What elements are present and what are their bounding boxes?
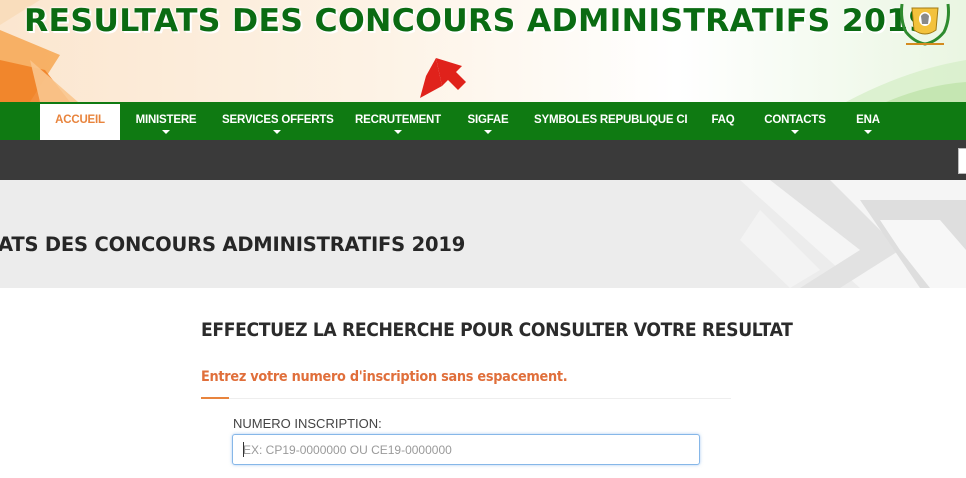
chevron-down-icon: [791, 130, 799, 134]
divider: [201, 398, 731, 399]
nav-item-services-offerts[interactable]: SERVICES OFFERTS: [222, 102, 334, 140]
section-instruction: Entrez votre numero d'inscription sans e…: [201, 369, 568, 385]
banner-title: RESULTATS DES CONCOURS ADMINISTRATIFS 20…: [24, 3, 931, 39]
chevron-down-icon: [394, 130, 402, 134]
registration-number-input[interactable]: [232, 434, 700, 465]
nav-item-label: ACCUEIL: [55, 114, 105, 126]
nav-item-ministere[interactable]: MINISTERE: [132, 102, 200, 140]
search-toggle[interactable]: [958, 148, 966, 174]
nav-item-accueil[interactable]: ACCUEIL: [40, 104, 120, 140]
chevron-down-icon: [162, 130, 170, 134]
chevron-down-icon: [273, 130, 281, 134]
nav-item-label: SYMBOLES REPUBLIQUE CI: [534, 114, 688, 126]
nav-item-label: SERVICES OFFERTS: [222, 114, 334, 126]
text-cursor: [243, 442, 244, 457]
main-nav: ACCUEIL MINISTERE SERVICES OFFERTS RECRU…: [0, 102, 966, 140]
nav-item-ena[interactable]: ENA: [850, 102, 886, 140]
chevron-down-icon: [484, 130, 492, 134]
nav-item-label: ENA: [856, 114, 880, 126]
nav-item-label: MINISTERE: [135, 114, 197, 126]
registration-number-label: NUMERO INSCRIPTION:: [233, 416, 382, 431]
nav-item-symboles-republique-ci[interactable]: SYMBOLES REPUBLIQUE CI: [534, 102, 688, 140]
nav-item-label: SIGFAE: [467, 114, 509, 126]
red-arrow-icon: [420, 58, 466, 98]
page-header: ATS DES CONCOURS ADMINISTRATIFS 2019: [0, 180, 966, 288]
nav-item-contacts[interactable]: CONTACTS: [760, 102, 830, 140]
nav-item-label: FAQ: [711, 114, 735, 126]
site-banner: RESULTATS DES CONCOURS ADMINISTRATIFS 20…: [0, 0, 966, 102]
divider-accent: [201, 397, 229, 399]
nav-item-label: CONTACTS: [764, 114, 826, 126]
secondary-bar: [0, 140, 966, 180]
nav-item-faq[interactable]: FAQ: [706, 102, 740, 140]
nav-item-label: RECRUTEMENT: [355, 114, 441, 126]
nav-item-sigfae[interactable]: SIGFAE: [462, 102, 514, 140]
chevron-down-icon: [864, 130, 872, 134]
coat-of-arms-icon: [900, 3, 950, 46]
page-title: ATS DES CONCOURS ADMINISTRATIFS 2019: [0, 233, 466, 256]
nav-item-recrutement[interactable]: RECRUTEMENT: [354, 102, 442, 140]
section-title: EFFECTUEZ LA RECHERCHE POUR CONSULTER VO…: [201, 320, 793, 341]
